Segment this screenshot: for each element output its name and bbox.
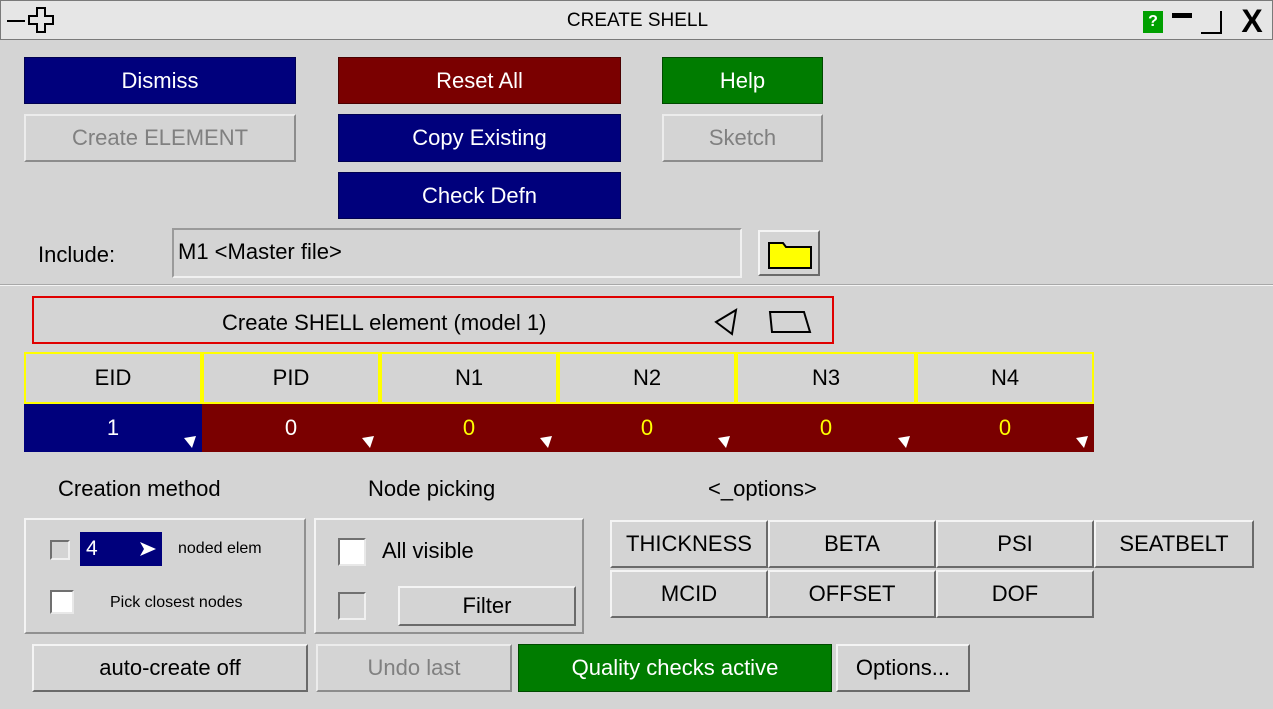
window-title: CREATE SHELL (566, 10, 709, 31)
value-n3-text: 0 (819, 415, 833, 440)
beta-button[interactable]: BETA (768, 520, 936, 568)
value-n4[interactable]: 0 (916, 404, 1094, 452)
value-n2-text: 0 (640, 415, 654, 440)
include-field[interactable]: M1 <Master file> (172, 228, 742, 278)
dropdown-arrow-icon[interactable] (1076, 436, 1088, 448)
dropdown-arrow-icon[interactable] (184, 436, 196, 448)
value-n4-text: 0 (998, 415, 1012, 440)
folder-button[interactable] (758, 230, 820, 276)
create-element-button[interactable]: Create ELEMENT (24, 114, 296, 162)
value-pid-text: 0 (284, 415, 298, 440)
value-n1-text: 0 (462, 415, 476, 440)
value-eid-text: 1 (106, 415, 120, 440)
help-icon[interactable]: ? (1143, 11, 1163, 33)
all-visible-checkbox[interactable] (338, 538, 366, 566)
undo-last-button[interactable]: Undo last (316, 644, 512, 692)
node-picking-group: All visible Filter (314, 518, 584, 634)
dof-button[interactable]: DOF (936, 570, 1094, 618)
reset-all-button[interactable]: Reset All (338, 57, 621, 104)
element-header-text: Create SHELL element (model 1) (222, 310, 547, 335)
sketch-button[interactable]: Sketch (662, 114, 823, 162)
mcid-button[interactable]: MCID (610, 570, 768, 618)
options-label: <_options> (708, 476, 817, 501)
header-n2: N2 (558, 352, 736, 404)
value-n3[interactable]: 0 (736, 404, 916, 452)
folder-icon (768, 242, 812, 269)
dropdown-arrow-icon[interactable] (362, 436, 374, 448)
quality-checks-button[interactable]: Quality checks active (518, 644, 832, 692)
header-n1: N1 (380, 352, 558, 404)
thickness-button[interactable]: THICKNESS (610, 520, 768, 568)
nodes-count-value: 4 (86, 537, 98, 560)
offset-button[interactable]: OFFSET (768, 570, 936, 618)
dropdown-arrow-icon[interactable] (540, 436, 552, 448)
restore-icon[interactable] (1199, 9, 1227, 37)
copy-existing-button[interactable]: Copy Existing (338, 114, 621, 162)
minimize-dash-icon[interactable] (5, 3, 27, 37)
filter-button[interactable]: Filter (398, 586, 576, 626)
minimize-icon[interactable] (1169, 9, 1195, 35)
node-picking-label: Node picking (368, 476, 496, 501)
nodes-count-dropdown[interactable]: 4 (80, 532, 162, 566)
seatbelt-button[interactable]: SEATBELT (1094, 520, 1254, 568)
move-cross-icon[interactable] (27, 5, 55, 35)
noded-elem-checkbox[interactable] (50, 540, 70, 560)
noded-elem-label: noded elem (178, 540, 262, 557)
value-pid[interactable]: 0 (202, 404, 380, 452)
filter-checkbox[interactable] (338, 592, 366, 620)
creation-method-group: 4 noded elem Pick closest nodes (24, 518, 306, 634)
arrow-right-icon (140, 542, 156, 556)
title-bar: CREATE SHELL ? X (0, 0, 1273, 40)
creation-method-label: Creation method (58, 476, 221, 501)
auto-create-button[interactable]: auto-create off (32, 644, 308, 692)
value-n1[interactable]: 0 (380, 404, 558, 452)
header-n3: N3 (736, 352, 916, 404)
header-eid: EID (24, 352, 202, 404)
triangle-shape-icon[interactable] (710, 304, 742, 338)
header-n4: N4 (916, 352, 1094, 404)
divider (0, 284, 1273, 286)
pick-closest-label: Pick closest nodes (110, 594, 243, 611)
close-icon[interactable]: X (1235, 3, 1269, 39)
include-label: Include: (38, 242, 116, 267)
options-button[interactable]: Options... (836, 644, 970, 692)
check-defn-button[interactable]: Check Defn (338, 172, 621, 219)
quad-shape-icon[interactable] (764, 304, 814, 338)
dropdown-arrow-icon[interactable] (898, 436, 910, 448)
dismiss-button[interactable]: Dismiss (24, 57, 296, 104)
psi-button[interactable]: PSI (936, 520, 1094, 568)
dropdown-arrow-icon[interactable] (718, 436, 730, 448)
header-pid: PID (202, 352, 380, 404)
pick-closest-checkbox[interactable] (50, 590, 74, 614)
value-eid[interactable]: 1 (24, 404, 202, 452)
help-button[interactable]: Help (662, 57, 823, 104)
value-n2[interactable]: 0 (558, 404, 736, 452)
element-header-box: Create SHELL element (model 1) (32, 296, 834, 344)
all-visible-label: All visible (382, 538, 474, 563)
